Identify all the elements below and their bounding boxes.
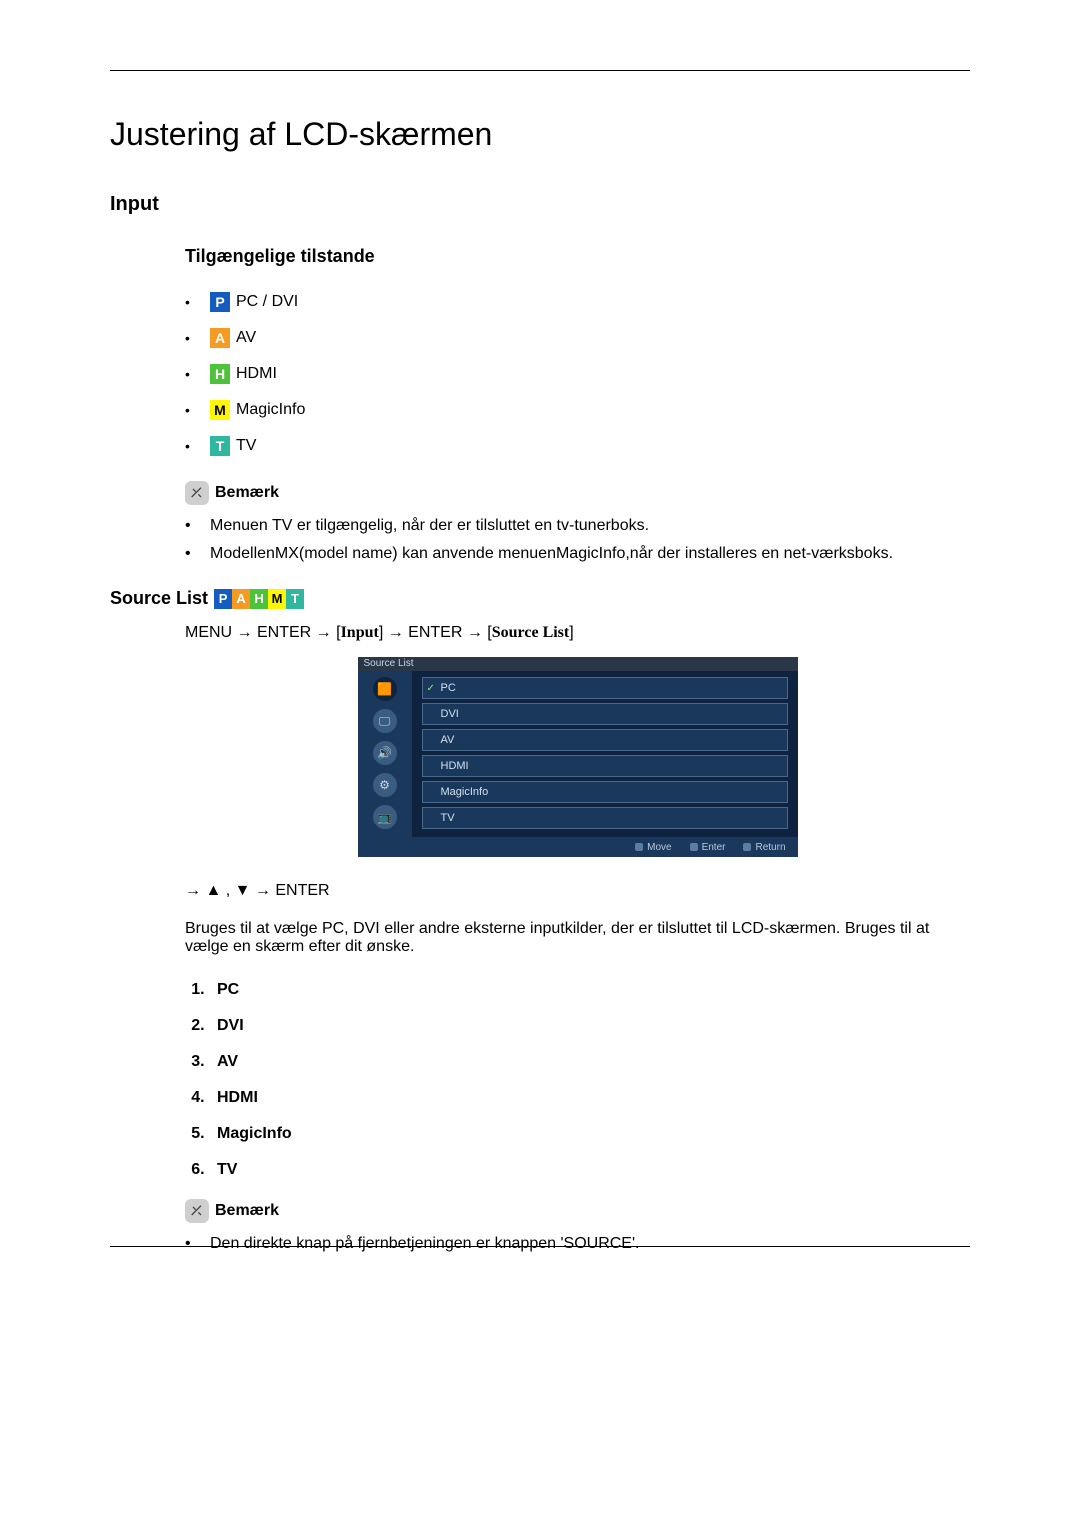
mode-label: HDMI <box>236 365 277 383</box>
mode-item: • A AV <box>185 328 970 348</box>
note-text: Den direkte knap på fjernbetjeningen er … <box>210 1235 970 1253</box>
note-text: Menuen TV er tilgængelig, når der er til… <box>210 517 970 535</box>
badge-a-icon: A <box>232 589 250 609</box>
osd-category-icon: ⚙ <box>373 773 397 797</box>
mode-item: • M MagicInfo <box>185 400 970 420</box>
mode-badge-h-icon: H <box>210 364 230 384</box>
modes-list: • P PC / DVI • A AV • H HDMI • M MagicIn… <box>185 292 970 456</box>
section-input-heading: Input <box>110 193 970 216</box>
menu-path: MENU → ENTER → [Input] → ENTER → [Source… <box>185 624 970 642</box>
list-item: TV <box>209 1161 970 1179</box>
list-item: HDMI <box>209 1089 970 1107</box>
note-icon <box>185 1199 209 1223</box>
note-label: Bemærk <box>215 1202 279 1220</box>
modes-heading: Tilgængelige tilstande <box>185 246 970 267</box>
osd-category-icon: 🔊 <box>373 741 397 765</box>
osd-menu: Source List 🟧 🖵 🔊 ⚙ 📺 PC DVI AV HDMI Mag… <box>358 657 798 857</box>
mode-label: MagicInfo <box>236 401 305 419</box>
osd-footer-return: Return <box>743 842 785 853</box>
list-item: DVI <box>209 1017 970 1035</box>
osd-category-icon: 🖵 <box>373 709 397 733</box>
osd-item: AV <box>422 729 788 751</box>
osd-footer-enter: Enter <box>690 842 726 853</box>
mode-badge-t-icon: T <box>210 436 230 456</box>
note-item: • Den direkte knap på fjernbetjeningen e… <box>185 1235 970 1253</box>
osd-footer: Move Enter Return <box>358 837 798 857</box>
osd-left-icons: 🟧 🖵 🔊 ⚙ 📺 <box>358 671 412 837</box>
page-title: Justering af LCD-skærmen <box>110 116 970 153</box>
badge-h-icon: H <box>250 589 268 609</box>
numbered-source-list: PC DVI AV HDMI MagicInfo TV <box>185 981 970 1179</box>
note-text: ModellenMX(model name) kan anvende menue… <box>210 545 970 563</box>
note-icon <box>185 481 209 505</box>
mode-label: PC / DVI <box>236 293 298 311</box>
note-label: Bemærk <box>215 484 279 502</box>
badge-t-icon: T <box>286 589 304 609</box>
mode-badge-a-icon: A <box>210 328 230 348</box>
osd-item: TV <box>422 807 788 829</box>
osd-category-icon: 📺 <box>373 805 397 829</box>
osd-item: DVI <box>422 703 788 725</box>
mode-label: AV <box>236 329 256 347</box>
mode-badge-p-icon: P <box>210 292 230 312</box>
note-item: • Menuen TV er tilgængelig, når der er t… <box>185 517 970 535</box>
nav-keys: → ▲ , ▼ → ENTER <box>185 882 970 900</box>
source-list-heading: Source List P A H M T <box>110 588 970 609</box>
badge-strip: P A H M T <box>214 589 304 609</box>
note-heading-2: Bemærk <box>185 1199 970 1223</box>
mode-item: • T TV <box>185 436 970 456</box>
osd-item: MagicInfo <box>422 781 788 803</box>
osd-category-icon: 🟧 <box>373 677 397 701</box>
description-paragraph: Bruges til at vælge PC, DVI eller andre … <box>185 920 970 956</box>
osd-item: PC <box>422 677 788 699</box>
osd-footer-move: Move <box>635 842 671 853</box>
note-item: • ModellenMX(model name) kan anvende men… <box>185 545 970 563</box>
list-item: PC <box>209 981 970 999</box>
mode-badge-m-icon: M <box>210 400 230 420</box>
osd-items: PC DVI AV HDMI MagicInfo TV <box>412 671 798 837</box>
badge-m-icon: M <box>268 589 286 609</box>
note-heading: Bemærk <box>185 481 970 505</box>
mode-item: • H HDMI <box>185 364 970 384</box>
list-item: MagicInfo <box>209 1125 970 1143</box>
osd-title: Source List <box>358 657 798 671</box>
notes-list-2: • Den direkte knap på fjernbetjeningen e… <box>185 1235 970 1253</box>
notes-list-1: • Menuen TV er tilgængelig, når der er t… <box>185 517 970 563</box>
mode-item: • P PC / DVI <box>185 292 970 312</box>
source-list-label: Source List <box>110 588 208 609</box>
osd-item: HDMI <box>422 755 788 777</box>
mode-label: TV <box>236 437 256 455</box>
badge-p-icon: P <box>214 589 232 609</box>
top-rule <box>110 70 970 71</box>
bottom-rule <box>110 1246 970 1247</box>
list-item: AV <box>209 1053 970 1071</box>
